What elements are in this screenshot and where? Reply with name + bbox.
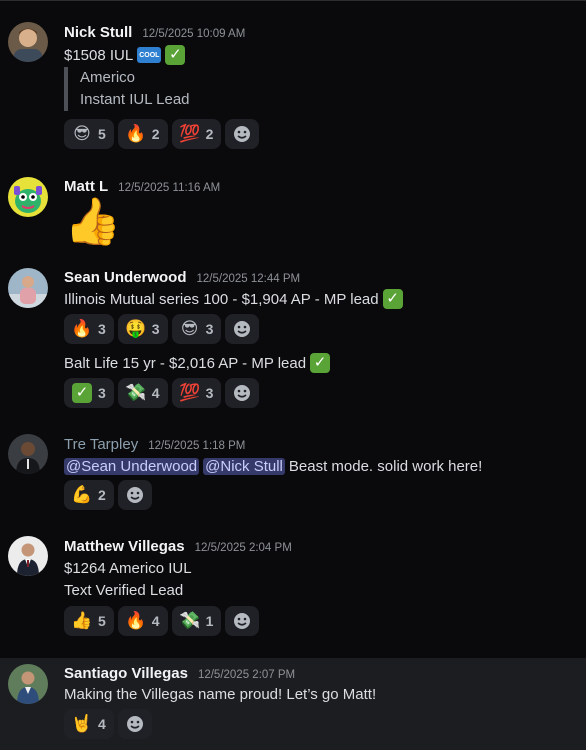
message-text: Illinois Mutual series 100 - $1,904 AP -… bbox=[64, 288, 403, 310]
add-reaction-button[interactable] bbox=[117, 480, 152, 510]
sunglasses-emoji-icon: 😎 bbox=[180, 319, 199, 338]
add-reaction-icon bbox=[125, 485, 145, 505]
reaction-hundred[interactable]: 💯 2 bbox=[171, 119, 222, 149]
reaction-bar: 🔥 3 🤑 3 😎 3 bbox=[64, 314, 260, 344]
avatar[interactable] bbox=[8, 177, 48, 217]
thumbs-up-emoji-icon: 👍 bbox=[71, 611, 93, 630]
add-reaction-icon bbox=[232, 319, 252, 339]
fire-emoji-icon: 🔥 bbox=[125, 124, 147, 143]
check-emoji-icon: ✓ bbox=[72, 383, 92, 403]
reaction-bar: 🤘 4 bbox=[64, 709, 152, 739]
reaction-money-wings[interactable]: 💸 4 bbox=[117, 378, 168, 408]
timestamp: 12/5/2025 2:07 PM bbox=[197, 669, 296, 681]
flexed-biceps-emoji-icon: 💪 bbox=[71, 485, 93, 504]
reaction-sunglasses[interactable]: 😎 3 bbox=[171, 314, 222, 344]
author-name[interactable]: Tre Tarpley bbox=[64, 436, 138, 453]
add-reaction-icon bbox=[232, 124, 252, 144]
add-reaction-icon bbox=[232, 611, 252, 631]
author-name[interactable]: Sean Underwood bbox=[64, 269, 187, 286]
message-sean-underwood: Sean Underwood 12/5/2025 12:44 PM Illino… bbox=[0, 252, 586, 422]
check-icon: ✓ bbox=[165, 45, 186, 65]
hundred-emoji-icon: 💯 bbox=[179, 383, 201, 402]
reaction-bar: 😎 5 🔥 2 💯 2 bbox=[64, 119, 260, 149]
money-mouth-emoji-icon: 🤑 bbox=[125, 319, 147, 338]
message-text-line: Text Verified Lead bbox=[64, 581, 184, 599]
author-name[interactable]: Matthew Villegas bbox=[64, 538, 185, 555]
reaction-flexed-biceps[interactable]: 💪 2 bbox=[64, 480, 114, 510]
message-text: Making the Villegas name proud! Let’s go… bbox=[64, 685, 377, 703]
message-matt-l: Matt L 12/5/2025 11:16 AM 👍 bbox=[0, 160, 586, 252]
reaction-bar: 💪 2 bbox=[64, 480, 152, 510]
add-reaction-button[interactable] bbox=[225, 378, 260, 408]
avatar[interactable] bbox=[8, 664, 48, 704]
thumbs-up-emoji-icon: 👍 bbox=[64, 195, 122, 247]
reaction-fire[interactable]: 🔥 3 bbox=[64, 314, 114, 344]
timestamp: 12/5/2025 2:04 PM bbox=[194, 542, 292, 554]
mention-sean-underwood[interactable]: @Sean Underwood bbox=[64, 457, 200, 475]
add-reaction-icon bbox=[232, 383, 252, 403]
block-quote: Americo Instant IUL Lead bbox=[64, 67, 190, 111]
reaction-money-wings[interactable]: 💸 1 bbox=[171, 606, 222, 636]
money-wings-emoji-icon: 💸 bbox=[179, 611, 201, 630]
message-text-line: $1264 Americo IUL bbox=[64, 559, 192, 577]
add-reaction-button[interactable] bbox=[225, 314, 260, 344]
reaction-fire[interactable]: 🔥 2 bbox=[117, 119, 168, 149]
author-name[interactable]: Santiago Villegas bbox=[64, 665, 188, 682]
cool-icon: COOL bbox=[137, 47, 162, 63]
sunglasses-emoji-icon: 😎 bbox=[73, 124, 91, 143]
message-text: Balt Life 15 yr - $2,016 AP - MP lead ✓ bbox=[64, 352, 331, 374]
reaction-hundred[interactable]: 💯 3 bbox=[171, 378, 222, 408]
add-reaction-button[interactable] bbox=[117, 709, 152, 739]
reaction-fire[interactable]: 🔥 4 bbox=[117, 606, 168, 636]
reaction-thumbs-up[interactable]: 👍 5 bbox=[64, 606, 114, 636]
timestamp: 12/5/2025 10:09 AM bbox=[142, 28, 246, 40]
hundred-emoji-icon: 💯 bbox=[179, 124, 201, 143]
message-nick-stull: Nick Stull 12/5/2025 10:09 AM $1508 IUL … bbox=[0, 0, 586, 160]
check-icon: ✓ bbox=[310, 353, 331, 373]
avatar[interactable] bbox=[8, 268, 48, 308]
reaction-bar: ✓ 3 💸 4 💯 3 bbox=[64, 378, 260, 408]
avatar[interactable] bbox=[8, 536, 48, 576]
reaction-money-mouth[interactable]: 🤑 3 bbox=[117, 314, 168, 344]
message-text: $1508 IUL COOL ✓ bbox=[64, 44, 186, 66]
add-reaction-button[interactable] bbox=[225, 119, 260, 149]
add-reaction-icon bbox=[125, 714, 145, 734]
timestamp: 12/5/2025 1:18 PM bbox=[148, 440, 246, 452]
message-text: @Sean Underwood @Nick Stull Beast mode. … bbox=[64, 457, 483, 475]
timestamp: 12/5/2025 11:16 AM bbox=[118, 182, 221, 194]
rock-on-emoji-icon: 🤘 bbox=[71, 714, 93, 733]
message-tre-tarpley: Tre Tarpley 12/5/2025 1:18 PM @Sean Unde… bbox=[0, 422, 586, 518]
fire-emoji-icon: 🔥 bbox=[125, 611, 147, 630]
reaction-check[interactable]: ✓ 3 bbox=[64, 378, 114, 408]
author-name[interactable]: Nick Stull bbox=[64, 24, 132, 41]
fire-emoji-icon: 🔥 bbox=[71, 319, 93, 338]
money-wings-emoji-icon: 💸 bbox=[125, 383, 147, 402]
add-reaction-button[interactable] bbox=[225, 606, 260, 636]
timestamp: 12/5/2025 12:44 PM bbox=[196, 273, 301, 285]
reaction-rock-on[interactable]: 🤘 4 bbox=[64, 709, 114, 739]
reaction-bar: 👍 5 🔥 4 💸 1 bbox=[64, 606, 260, 636]
avatar[interactable] bbox=[8, 22, 48, 62]
reaction-sunglasses[interactable]: 😎 5 bbox=[64, 119, 114, 149]
message-santiago-villegas: Santiago Villegas 12/5/2025 2:07 PM Maki… bbox=[0, 658, 586, 750]
avatar[interactable] bbox=[8, 434, 48, 474]
mention-nick-stull[interactable]: @Nick Stull bbox=[203, 457, 285, 475]
message-matthew-villegas: Matthew Villegas 12/5/2025 2:04 PM $1264… bbox=[0, 518, 586, 658]
check-icon: ✓ bbox=[382, 289, 403, 309]
